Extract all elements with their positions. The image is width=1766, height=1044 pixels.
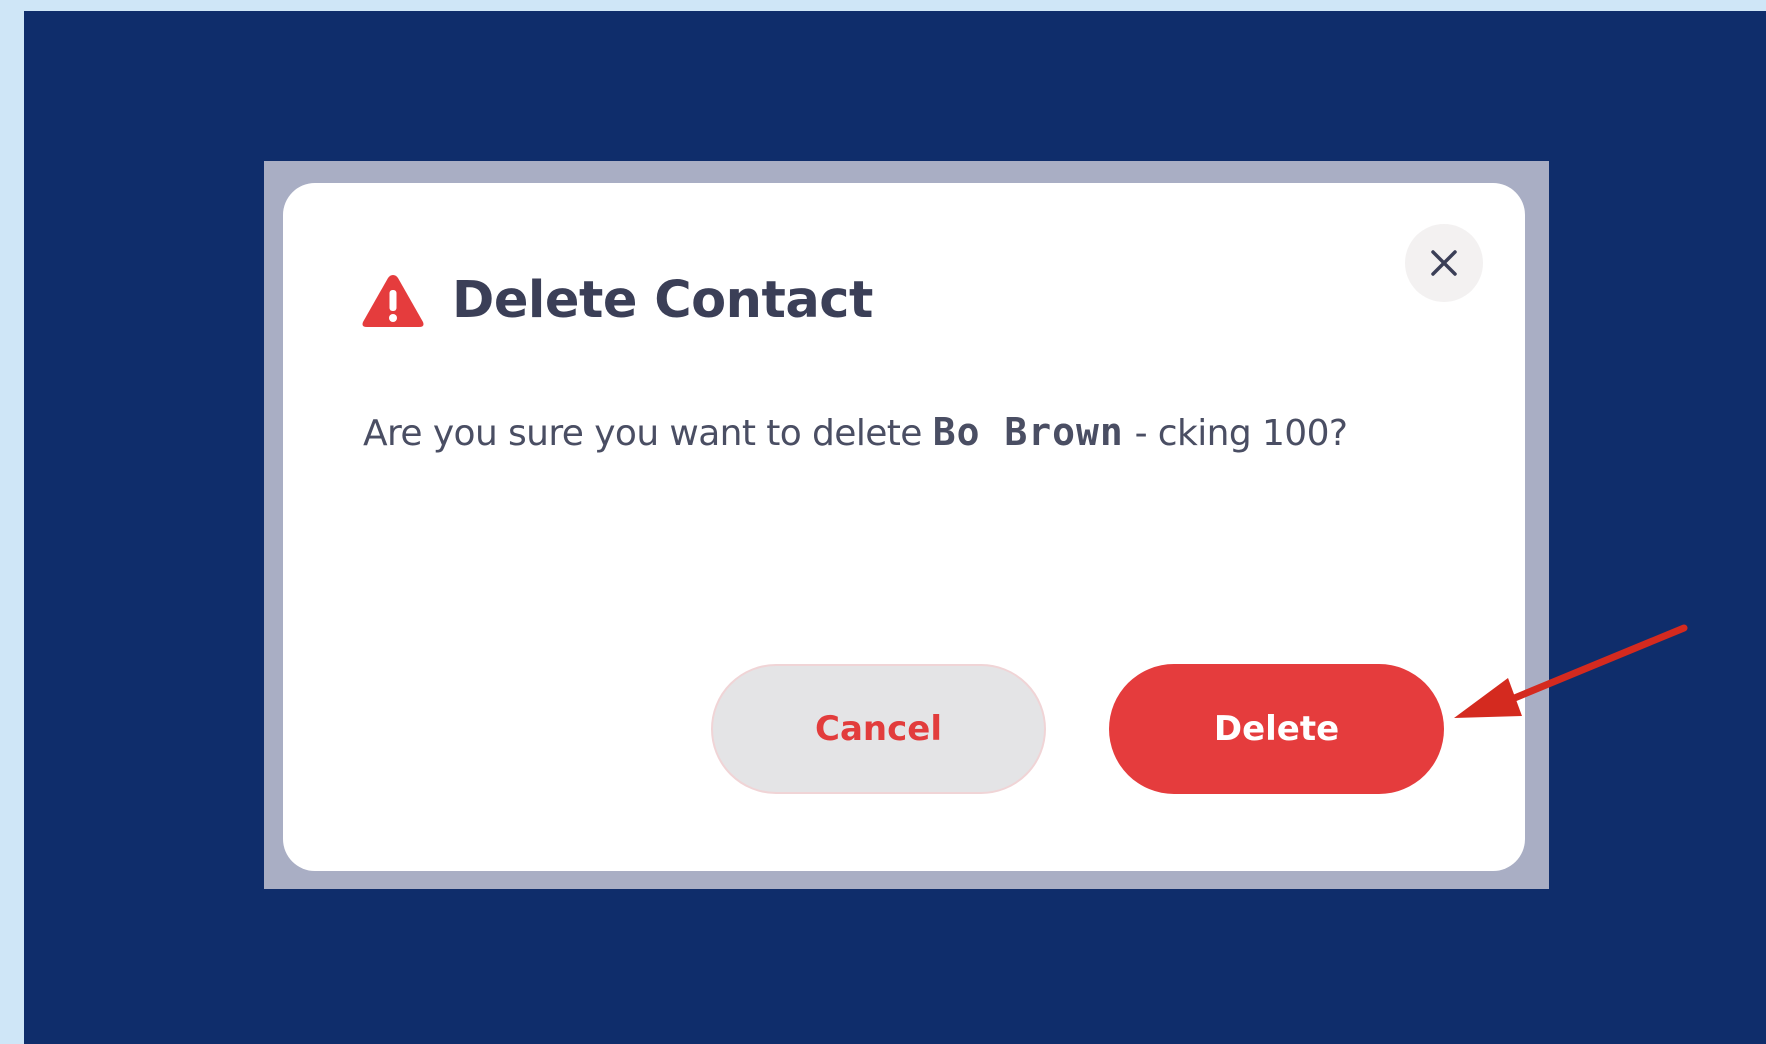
message-suffix: - cking 100? — [1123, 413, 1348, 454]
annotation-arrow-icon — [1454, 624, 1688, 718]
delete-button-label: Delete — [1213, 709, 1340, 749]
dialog-message: Are you sure you want to delete Bo Brown… — [363, 402, 1423, 464]
dialog-title: Delete Contact — [452, 271, 873, 330]
delete-button[interactable]: Delete — [1109, 664, 1444, 794]
close-button[interactable] — [1405, 224, 1483, 302]
cancel-button[interactable]: Cancel — [711, 664, 1046, 794]
close-icon — [1431, 250, 1457, 276]
contact-name: Bo Brown — [932, 410, 1124, 454]
warning-triangle-icon — [362, 275, 424, 327]
cancel-button-label: Cancel — [815, 709, 942, 749]
message-prefix: Are you sure you want to delete — [363, 413, 933, 454]
